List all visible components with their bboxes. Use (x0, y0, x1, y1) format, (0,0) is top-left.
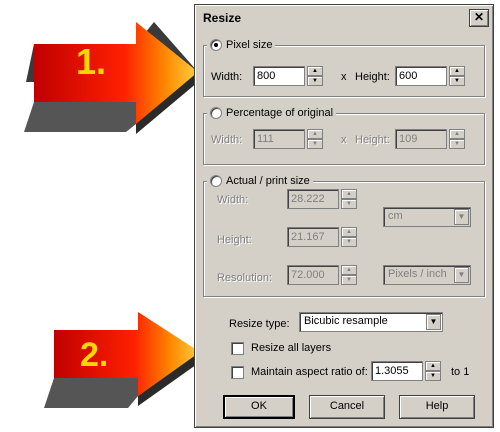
percent-width-input[interactable]: 111 (253, 129, 305, 149)
resize-type-value: Bicubic resample (304, 315, 388, 327)
resolution-unit-select[interactable]: Pixels / inch ▼ (383, 265, 471, 285)
percent-height-label: Height: (355, 134, 390, 146)
resize-all-layers-label[interactable]: Resize all layers (251, 341, 331, 355)
close-button[interactable]: ✕ (469, 9, 489, 27)
pixel-height-label: Height: (355, 71, 390, 83)
print-width-spinner[interactable]: ▲ ▼ (341, 189, 357, 209)
chevron-down-icon: ▼ (426, 314, 441, 330)
maintain-aspect-label[interactable]: Maintain aspect ratio of: (251, 365, 368, 379)
maintain-aspect-checkbox[interactable] (231, 366, 244, 379)
chevron-down-icon: ▼ (454, 267, 469, 283)
print-width-input[interactable]: 28.222 (287, 189, 339, 209)
chevron-down-icon: ▼ (454, 209, 469, 225)
ok-button[interactable]: OK (223, 395, 295, 419)
print-width-label: Width: (217, 194, 249, 206)
step2-label: 2. (80, 336, 109, 374)
resolution-label: Resolution: (217, 272, 273, 284)
pixel-size-radio[interactable] (210, 39, 222, 51)
aspect-ratio-spinner[interactable]: ▲ ▼ (425, 361, 441, 381)
percent-width-label: Width: (211, 134, 243, 146)
resize-dialog: Resize ✕ Pixel size Width: 800 ▲ ▼ x Heig… (194, 4, 494, 428)
print-height-spinner[interactable]: ▲ ▼ (341, 227, 357, 247)
print-unit-value: cm (388, 210, 403, 222)
aspect-ratio-input[interactable]: 1.3055 (371, 361, 423, 381)
percent-height-spinner[interactable]: ▲ ▼ (449, 129, 465, 149)
help-button[interactable]: Help (399, 395, 475, 419)
percentage-label: Percentage of original (226, 107, 334, 119)
percent-width-spinner[interactable]: ▲ ▼ (307, 129, 323, 149)
print-unit-select[interactable]: cm ▼ (383, 207, 471, 227)
print-size-label: Actual / print size (226, 175, 310, 187)
print-height-input[interactable]: 21.167 (287, 227, 339, 247)
percent-x-label: x (341, 134, 347, 146)
dialog-title: Resize (203, 11, 242, 25)
pixel-size-label: Pixel size (226, 39, 273, 51)
resize-type-select[interactable]: Bicubic resample ▼ (299, 312, 443, 332)
pixel-size-option[interactable]: Pixel size (207, 38, 276, 52)
print-size-option[interactable]: Actual / print size (207, 174, 313, 188)
print-height-label: Height: (217, 234, 252, 246)
pixel-width-spinner[interactable]: ▲ ▼ (307, 66, 323, 86)
percentage-option[interactable]: Percentage of original (207, 106, 337, 120)
resize-type-label: Resize type: (229, 318, 290, 330)
resolution-unit-value: Pixels / inch (388, 268, 447, 280)
resolution-spinner[interactable]: ▲ ▼ (341, 265, 357, 285)
pixel-width-input[interactable]: 800 (253, 66, 305, 86)
resolution-input[interactable]: 72.000 (287, 265, 339, 285)
title-bar[interactable]: Resize ✕ (197, 7, 491, 29)
pixel-height-spinner[interactable]: ▲ ▼ (449, 66, 465, 86)
cancel-button[interactable]: Cancel (309, 395, 385, 419)
print-size-radio[interactable] (210, 175, 222, 187)
percentage-radio[interactable] (210, 107, 222, 119)
step1-label: 1. (76, 41, 107, 82)
step2-arrow (44, 312, 200, 408)
resize-all-layers-checkbox[interactable] (231, 342, 244, 355)
to-one-label: to 1 (451, 366, 470, 378)
pixel-x-label: x (341, 71, 347, 83)
pixel-height-input[interactable]: 600 (395, 66, 447, 86)
percent-height-input[interactable]: 109 (395, 129, 447, 149)
pixel-width-label: Width: (211, 71, 243, 83)
